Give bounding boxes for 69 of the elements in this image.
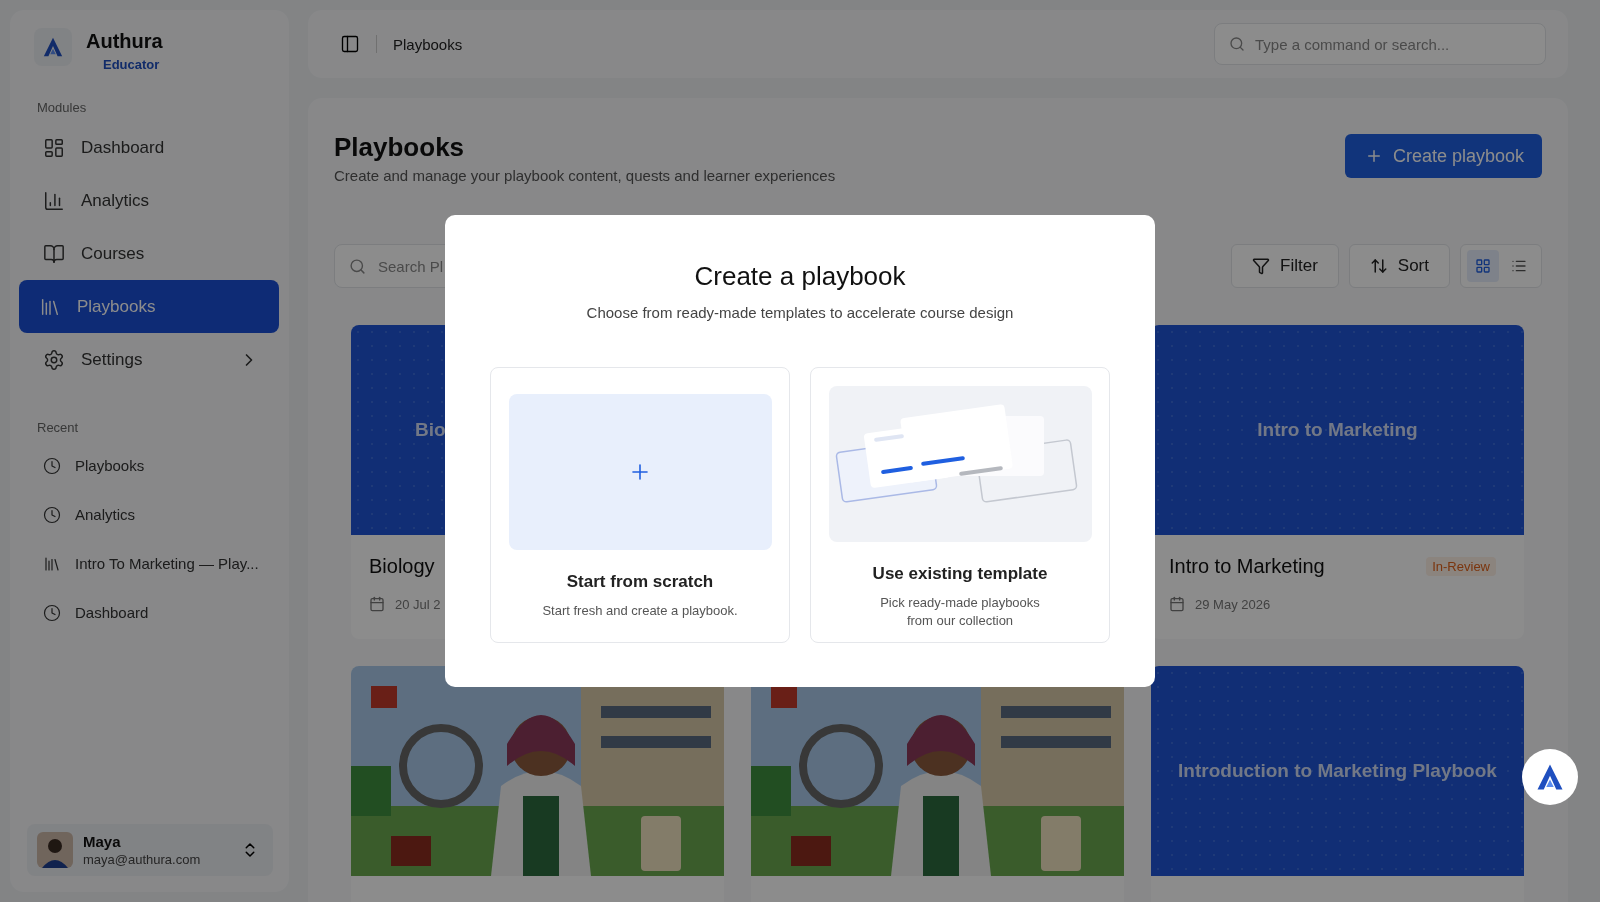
dialog-title: Create a playbook [694,261,906,292]
card-title: Intro to Marketing [1169,555,1325,578]
section-heading: Modules [36,100,88,115]
playbook-card[interactable]: Introduction to Marketing Playbook [1151,666,1524,902]
role-label: Educator [103,57,161,72]
sidebar-item-label: Analytics [75,506,137,523]
clock-icon [43,456,61,475]
clock-icon [43,505,61,524]
avatar [37,832,73,868]
banner-title: Bio [415,419,446,441]
calendar-icon [369,596,385,612]
sidebar-item-label: Intro To Marketing — Play... [75,555,259,572]
option-title: Use existing template [872,564,1048,584]
sidebar-item-label: Analytics [81,190,151,211]
clock-icon [43,603,61,622]
bar-chart-icon [43,189,65,212]
sidebar-item[interactable]: Analytics [19,174,279,227]
settings-icon [43,348,65,371]
sort-button[interactable]: Sort [1348,244,1450,288]
option-title: Start from scratch [566,572,714,592]
option-description: Start fresh and create a playbook. [541,602,739,620]
search-icon [349,257,366,275]
search-icon [1229,36,1245,52]
banner-title: Intro to Marketing [1257,419,1418,441]
sidebar-item[interactable]: Courses [19,227,279,280]
calendar-icon [1169,596,1185,612]
list-icon [1511,258,1527,274]
sidebar-item-label: Dashboard [75,604,150,621]
sidebar-item[interactable]: Analytics [19,490,279,539]
sort-icon [1369,257,1388,275]
sidebar-item-label: Settings [81,349,144,370]
filter-icon [1252,257,1271,275]
sidebar-item-label: Courses [81,243,146,264]
user-email: maya@authura.com [83,852,202,867]
sidebar-item-label: Dashboard [81,137,166,158]
option-card[interactable]: Start from scratch Start fresh and create a playbook. [490,367,790,643]
dialog-subtitle: Choose from ready-made templates to accelerate course design [586,304,1014,321]
grid-icon [1475,258,1491,274]
breadcrumb: Playbooks [393,35,464,53]
page-subtitle: Create and manage your playbook content, quests and learner experiences [334,167,836,184]
card-title: Biology [369,555,435,578]
grid-view-button[interactable] [1467,250,1499,282]
user-card[interactable]: Maya maya@authura.com [27,824,273,876]
option-description: Pick ready-made playbooks from our collection [879,594,1041,630]
sidebar-item[interactable]: Settings [19,333,279,386]
brand-name: Authura [86,30,163,53]
sidebar-item[interactable]: Dashboard [19,121,279,174]
sidebar-item[interactable]: Playbooks [19,280,279,333]
logo-icon [42,36,64,58]
card-date: 29 May 2026 [1195,596,1271,612]
sidebar-item-label: Playbooks [77,296,157,317]
option-card[interactable]: Use existing template Pick ready-made playbooks from our collection [810,367,1110,643]
logo-icon [1535,762,1565,792]
book-icon [43,242,65,265]
status-badge: In-Review [1426,557,1496,576]
create-playbook-button[interactable]: Create playbook [1344,134,1542,178]
page-title: Playbooks [334,132,466,163]
sidebar-item[interactable]: Playbooks [19,441,279,490]
sidebar-item[interactable]: Dashboard [19,588,279,637]
banner-title: Introduction to Marketing Playbook [1178,760,1497,782]
sidebar-item[interactable]: Intro To Marketing — Play... [19,539,279,588]
user-name: Maya [83,833,122,850]
sidebar-item-label: Playbooks [75,457,146,474]
filter-button[interactable]: Filter [1231,244,1339,288]
card-date: 20 Jul 2 [395,596,441,612]
sidebar-toggle-icon[interactable] [340,34,360,54]
dashboard-icon [43,136,65,159]
command-search-field[interactable]: Type a command or search... [1214,23,1546,65]
section-heading: Recent [36,420,80,435]
